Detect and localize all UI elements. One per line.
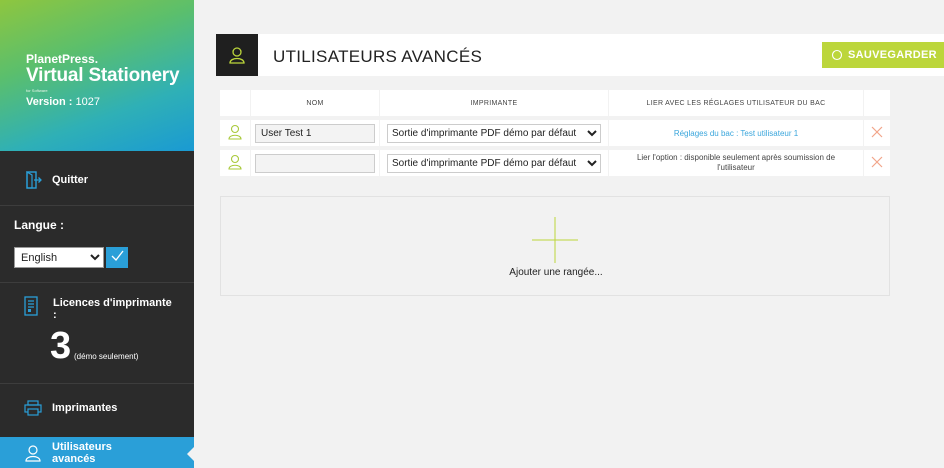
save-button[interactable]: SAUVEGARDER [822,42,944,68]
row-link-cell: Lier l'option : disponible seulement apr… [609,150,863,176]
page-title: UTILISATEURS AVANCÉS [273,47,483,66]
close-icon [871,156,883,170]
brand-panel: PlanetPress. Virtual Stationery for Soft… [0,0,194,151]
table-header-row: NOM IMPRIMANTE LIER AVEC LES RÉGLAGES UT… [220,90,890,116]
plus-icon [532,217,578,263]
save-circle-icon [831,49,843,61]
printer-icon [24,399,42,417]
quit-button[interactable]: Quitter [0,161,194,199]
user-icon [228,124,242,142]
sidebar: PlanetPress. Virtual Stationery for Soft… [0,0,195,468]
printers-label: Imprimantes [52,402,118,414]
column-header-link: LIER AVEC LES RÉGLAGES UTILISATEUR DU BA… [609,90,863,116]
add-row-label: Ajouter une rangée... [509,267,603,278]
user-icon [24,444,42,462]
sidebar-divider [0,383,194,384]
table-row: Sortie d'imprimante PDF démo par défaut … [220,150,890,176]
row-user-cell [220,120,250,146]
printer-select[interactable]: Sortie d'imprimante PDF démo par défaut [387,153,601,173]
table-row: Sortie d'imprimante PDF démo par défaut … [220,120,890,146]
advanced-users-label: Utilisateurs avancés [52,440,112,465]
license-icon [24,296,38,321]
exit-door-icon [24,171,42,189]
brand-name-main: Virtual Stationery [26,65,180,86]
sidebar-divider [0,205,194,206]
delete-row-button[interactable] [864,120,890,146]
delete-row-button[interactable] [864,150,890,176]
name-input[interactable] [255,153,375,173]
column-header-name: NOM [251,90,379,116]
header-cell-delete [864,90,890,116]
language-title: Langue : [14,218,64,232]
row-link-cell: Réglages du bac : Test utilisateur 1 [609,120,863,146]
row-printer-cell: Sortie d'imprimante PDF démo par défaut [380,150,608,176]
main-content: UTILISATEURS AVANCÉS SAUVEGARDER NOM IMP… [194,0,944,468]
tray-settings-link[interactable]: Réglages du bac : Test utilisateur 1 [674,129,798,138]
printer-select[interactable]: Sortie d'imprimante PDF démo par défaut [387,123,601,143]
row-printer-cell: Sortie d'imprimante PDF démo par défaut [380,120,608,146]
close-icon [871,126,883,140]
licenses-count: 3 [50,325,72,367]
brand-tagline: for Software [26,88,48,93]
sidebar-divider [0,282,194,283]
row-name-cell [251,150,379,176]
row-user-cell [220,150,250,176]
column-header-printer: IMPRIMANTE [380,90,608,116]
language-select[interactable]: English [14,247,104,268]
name-input[interactable] [255,123,375,143]
checkmark-icon [111,249,124,267]
save-label: SAUVEGARDER [848,49,937,61]
version-label: Version : [26,96,73,108]
version-info: Version : 1027 [26,96,100,108]
user-icon [228,154,242,172]
link-unavailable-note: Lier l'option : disponible seulement apr… [636,153,836,172]
header-cell-icon [220,90,250,116]
add-row-button[interactable]: Ajouter une rangée... [220,196,890,296]
row-name-cell [251,120,379,146]
sidebar-item-advanced-users[interactable]: Utilisateurs avancés [0,437,194,468]
licenses-label: Licences d'imprimante : [53,297,172,321]
header-user-icon [216,34,258,76]
quit-label: Quitter [52,174,89,186]
sidebar-item-printers[interactable]: Imprimantes [0,390,194,426]
licenses-note: (démo seulement) [74,352,139,361]
version-value: 1027 [75,96,101,108]
language-confirm-button[interactable] [106,247,128,268]
page-header: UTILISATEURS AVANCÉS SAUVEGARDER [216,34,944,76]
